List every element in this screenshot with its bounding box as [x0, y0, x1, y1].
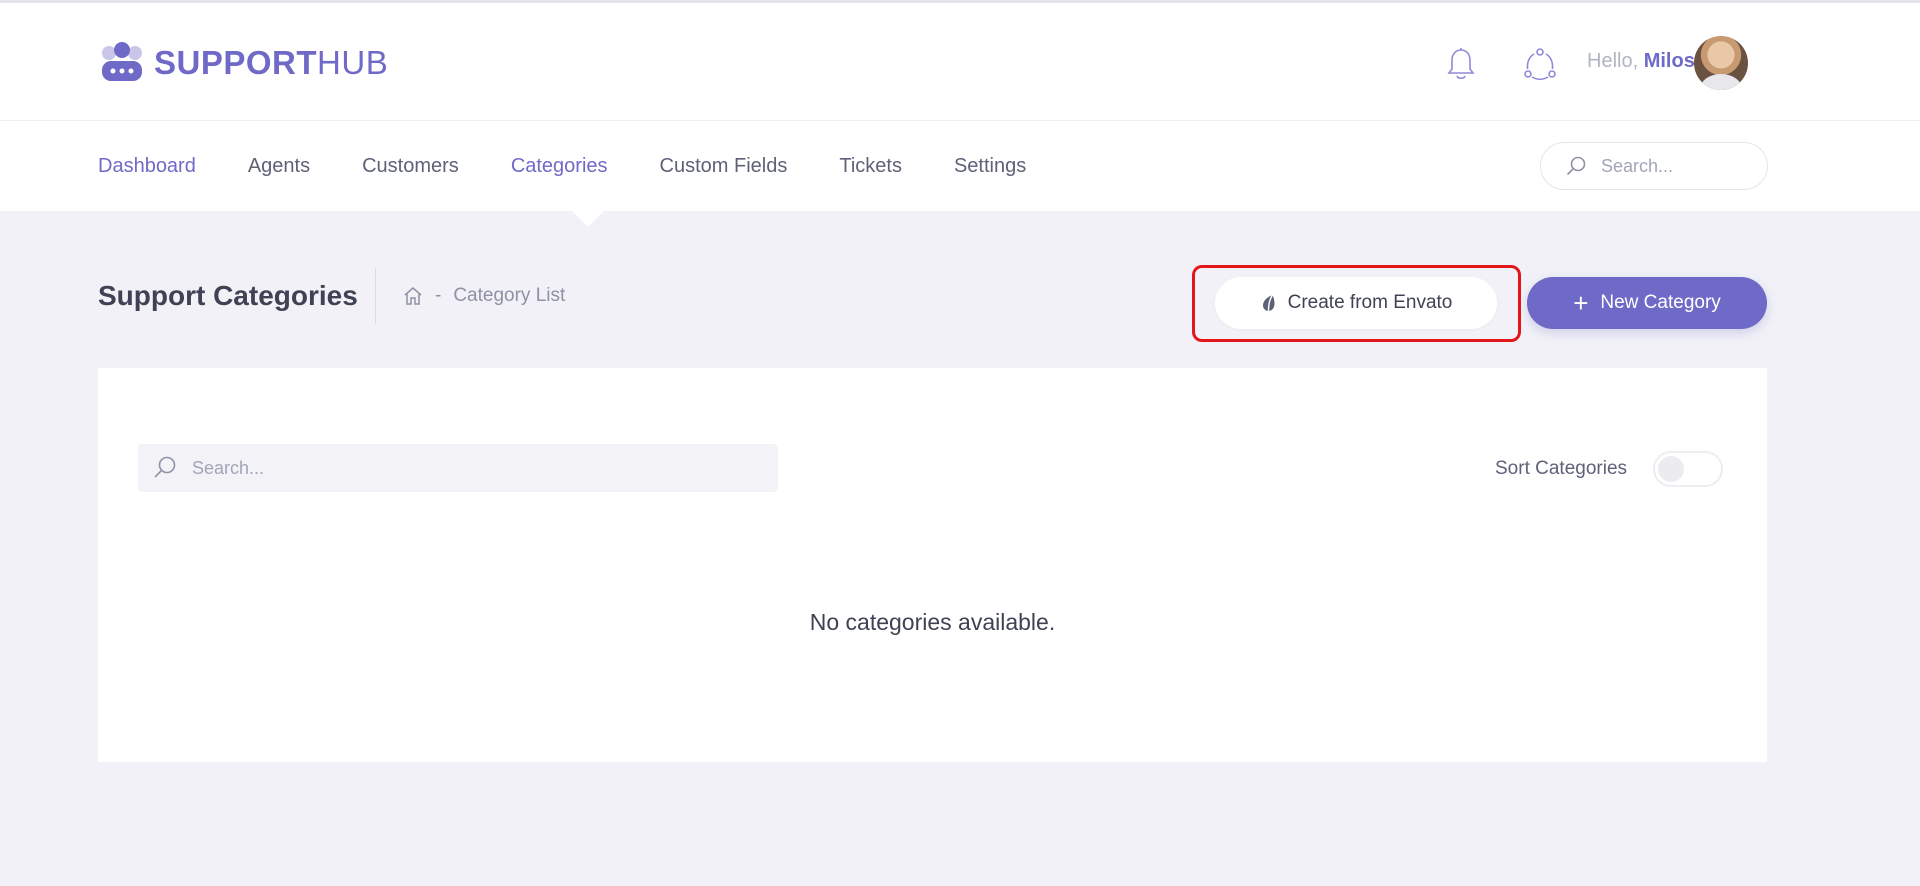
greeting-text: Hello, — [1587, 50, 1639, 72]
breadcrumb-separator: - — [435, 285, 442, 306]
category-search-input[interactable] — [192, 457, 752, 479]
plus-icon: + — [1573, 288, 1589, 318]
main-nav: Dashboard Agents Customers Categories Cu… — [0, 121, 1920, 211]
new-category-button[interactable]: + New Category — [1527, 277, 1767, 329]
header-search[interactable] — [1540, 142, 1768, 190]
page-title: Support Categories — [98, 280, 358, 311]
categories-card: Sort Categories No categories available. — [98, 368, 1767, 762]
user-greeting: Hello, Milos — [1587, 50, 1695, 73]
breadcrumb-current: Category List — [453, 285, 566, 306]
avatar[interactable] — [1694, 36, 1748, 90]
nav-item-tickets[interactable]: Tickets — [839, 155, 902, 178]
nav-menu: Dashboard Agents Customers Categories Cu… — [98, 121, 1078, 211]
title-divider — [375, 268, 376, 324]
search-icon — [1566, 156, 1586, 176]
logo[interactable]: SUPPORTHUB — [98, 41, 388, 85]
empty-state-message: No categories available. — [809, 609, 1056, 635]
bell-icon[interactable] — [1446, 47, 1476, 81]
logo-icon — [102, 42, 142, 81]
toggle-knob — [1658, 456, 1684, 482]
nav-item-customers[interactable]: Customers — [362, 155, 459, 178]
active-nav-indicator — [572, 211, 604, 227]
breadcrumb: - Category List — [403, 285, 565, 307]
header-search-input[interactable] — [1601, 155, 1751, 177]
search-icon — [154, 456, 176, 478]
sort-categories-toggle[interactable] — [1653, 451, 1723, 487]
envato-icon — [1262, 294, 1275, 312]
top-bar: SUPPORTHUB Hello, Milos — [0, 0, 1920, 121]
logo-text-light: HUB — [317, 44, 389, 81]
create-from-envato-button[interactable]: Create from Envato — [1215, 277, 1497, 329]
home-icon[interactable] — [403, 286, 423, 306]
create-from-envato-label: Create from Envato — [1287, 292, 1453, 313]
sync-icon[interactable] — [1523, 47, 1557, 81]
nav-item-settings[interactable]: Settings — [954, 155, 1026, 178]
category-search[interactable] — [138, 444, 778, 492]
nav-item-dashboard[interactable]: Dashboard — [98, 155, 196, 178]
new-category-label: New Category — [1600, 292, 1721, 313]
nav-item-categories[interactable]: Categories — [511, 155, 608, 178]
nav-item-agents[interactable]: Agents — [248, 155, 310, 178]
nav-item-custom-fields[interactable]: Custom Fields — [660, 155, 788, 178]
user-name[interactable]: Milos — [1644, 50, 1695, 72]
logo-text: SUPPORTHUB — [154, 44, 388, 82]
sort-categories-label: Sort Categories — [1495, 458, 1628, 479]
logo-text-bold: SUPPORT — [154, 44, 318, 81]
